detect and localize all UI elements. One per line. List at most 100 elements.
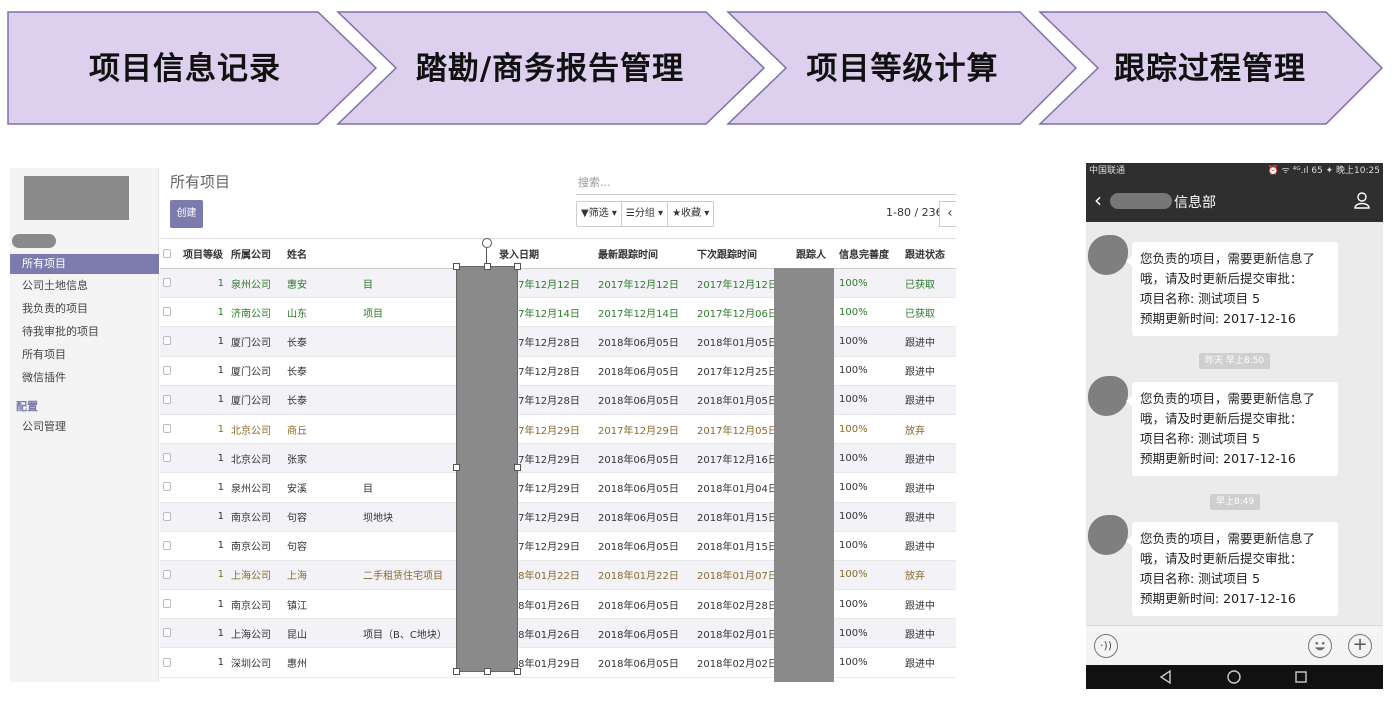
column-header[interactable]: 录入日期 — [496, 238, 595, 269]
checkbox[interactable] — [163, 453, 171, 463]
voice-input-icon[interactable]: ·)) — [1094, 634, 1118, 658]
sender-avatar-redacted[interactable] — [1088, 376, 1128, 416]
cell-status: 放弃 — [902, 414, 956, 445]
cell-grade: 1 — [180, 414, 228, 445]
resize-handle[interactable] — [514, 464, 521, 471]
row-checkbox[interactable] — [160, 443, 180, 474]
resize-handle[interactable] — [453, 464, 460, 471]
column-header[interactable]: 最新跟踪时间 — [595, 238, 694, 269]
checkbox[interactable] — [163, 511, 171, 521]
table-row[interactable]: 1 厦门公司 长泰 2017年12月28日 2018年06月05日 2018年01月05日… — [160, 326, 956, 357]
sidebar-item-company-management[interactable]: 公司管理 — [10, 417, 159, 437]
column-header[interactable]: 项目等级 — [180, 238, 228, 269]
column-header[interactable]: 下次跟踪时间 — [694, 238, 793, 269]
resize-handle[interactable] — [514, 668, 521, 675]
table-row[interactable]: 1 南京公司 句容 2017年12月29日 2018年06月05日 2018年01月15日… — [160, 531, 956, 561]
table-row[interactable]: 1 北京公司 商丘 2017年12月29日 2017年12月29日 2017年12月05日… — [160, 414, 956, 445]
sidebar-item-all-projects-2[interactable]: 所有项目 — [10, 345, 159, 365]
resize-handle[interactable] — [484, 263, 491, 270]
filter-button[interactable]: ▼筛选 ▾ — [577, 202, 622, 226]
row-checkbox[interactable] — [160, 618, 180, 649]
table-row[interactable]: 1 上海公司 昆山 项目（B、C地块） 2018年01月26日 2018年06月05日 20… — [160, 618, 956, 649]
rotate-handle[interactable] — [482, 238, 492, 248]
resize-handle[interactable] — [514, 263, 521, 270]
row-checkbox[interactable] — [160, 589, 180, 620]
cell-status: 放弃 — [902, 560, 956, 591]
group-by-button[interactable]: ☰分组 ▾ — [622, 202, 669, 226]
nav-home-icon[interactable] — [1226, 669, 1242, 685]
cell-company: 南京公司 — [228, 531, 284, 561]
name-start: 惠州 — [287, 659, 307, 671]
resize-handle[interactable] — [453, 668, 460, 675]
nav-recents-icon[interactable] — [1293, 669, 1309, 685]
checkbox[interactable] — [163, 628, 171, 638]
pager-prev-button[interactable]: ‹ — [939, 201, 956, 227]
cell-status: 跟进中 — [902, 647, 956, 678]
sender-avatar-redacted[interactable] — [1088, 515, 1128, 555]
sidebar-item-wechat-plugin[interactable]: 微信插件 — [10, 368, 159, 388]
emoji-icon[interactable] — [1308, 634, 1332, 658]
row-checkbox[interactable] — [160, 502, 180, 532]
user-name-redacted — [12, 234, 56, 248]
column-header[interactable]: 所属公司 — [228, 238, 284, 269]
checkbox[interactable] — [163, 336, 171, 346]
sidebar-item-my-projects[interactable]: 我负责的项目 — [10, 299, 159, 319]
flow-step-label: 踏勘/商务报告管理 — [415, 51, 685, 87]
row-checkbox[interactable] — [160, 356, 180, 386]
checkbox[interactable] — [163, 540, 171, 550]
cell-status: 跟进中 — [902, 326, 956, 357]
row-checkbox[interactable] — [160, 385, 180, 415]
checkbox[interactable] — [163, 278, 171, 288]
checkbox[interactable] — [163, 657, 171, 667]
column-header[interactable]: 信息完善度 — [836, 238, 902, 269]
resize-handle[interactable] — [453, 263, 460, 270]
row-checkbox[interactable] — [160, 414, 180, 445]
contact-info-icon[interactable] — [1353, 191, 1371, 209]
table-row[interactable]: 1 济南公司 山东 项目 2017年12月14日 2017年12月14日 2017年12月0… — [160, 297, 956, 328]
row-checkbox[interactable] — [160, 297, 180, 328]
checkbox[interactable] — [163, 307, 171, 317]
row-checkbox[interactable] — [160, 560, 180, 591]
row-checkbox[interactable] — [160, 326, 180, 357]
row-checkbox[interactable] — [160, 531, 180, 561]
sender-avatar-redacted[interactable] — [1088, 235, 1128, 275]
favorites-button[interactable]: ★收藏 ▾ — [668, 202, 713, 226]
row-checkbox[interactable] — [160, 647, 180, 678]
column-header[interactable]: 跟踪人 — [793, 238, 836, 269]
sidebar-item-land-info[interactable]: 公司土地信息 — [10, 276, 159, 296]
checkbox[interactable] — [163, 569, 171, 579]
resize-handle[interactable] — [484, 668, 491, 675]
checkbox[interactable] — [163, 394, 171, 404]
back-icon[interactable]: ‹ — [1094, 188, 1102, 212]
column-header[interactable]: 跟进状态 — [902, 238, 956, 269]
create-button[interactable]: 创建 — [170, 200, 203, 228]
table-row[interactable]: 1 南京公司 句容 坝地块 2017年12月29日 2018年06月05日 2018年01月… — [160, 502, 956, 532]
select-all-checkbox[interactable] — [160, 238, 180, 269]
checkbox[interactable] — [163, 365, 171, 375]
status-icons: ⏰ ᯤ ⁴ᴳ.ıl 65 ✦ 晚上10:25 — [1267, 166, 1380, 176]
table-row[interactable]: 1 厦门公司 长泰 2017年12月28日 2018年06月05日 2018年01月05日… — [160, 385, 956, 415]
sidebar-item-pending-approval[interactable]: 待我审批的项目 — [10, 322, 159, 342]
search-input[interactable]: 搜索... — [576, 171, 956, 195]
row-checkbox[interactable] — [160, 472, 180, 503]
table-row[interactable]: 1 泉州公司 惠安目 2017年12月12日 2017年12月12日 2017年12月12… — [160, 268, 956, 299]
checkbox[interactable] — [163, 599, 171, 609]
cell-completeness: 100% — [836, 443, 902, 474]
table-row[interactable]: 1 上海公司 上海 二手租赁住宅项目 2018年01月22日 2018年01月22日 201… — [160, 560, 956, 591]
table-row[interactable]: 1 深圳公司 惠州 2018年01月29日 2018年06月05日 2018年02月02日… — [160, 647, 956, 678]
table-row[interactable]: 1 泉州公司 安溪目 2017年12月29日 2018年06月05日 2018年01月04… — [160, 472, 956, 503]
cell-grade: 1 — [180, 647, 228, 678]
checkbox[interactable] — [163, 482, 171, 492]
more-plus-icon[interactable]: + — [1348, 634, 1372, 658]
table-row[interactable]: 1 厦门公司 长泰 2017年12月28日 2018年06月05日 2017年12月25日… — [160, 356, 956, 386]
title-redaction — [1110, 193, 1172, 209]
table-row[interactable]: 1 北京公司 张家 2017年12月29日 2018年06月05日 2017年12月16日… — [160, 443, 956, 474]
table-header-row: 项目等级 所属公司 姓名 录入日期 最新跟踪时间 下次跟踪时间 跟踪人 信息完善… — [160, 238, 956, 269]
sidebar-item-all-projects[interactable]: 所有项目 — [10, 254, 159, 274]
checkbox[interactable] — [163, 424, 171, 434]
row-checkbox[interactable] — [160, 268, 180, 299]
cell-completeness: 100% — [836, 297, 902, 328]
nav-back-icon[interactable] — [1158, 669, 1174, 685]
column-header[interactable]: 姓名 — [284, 238, 496, 269]
table-row[interactable]: 1 南京公司 镇江 2018年01月26日 2018年06月05日 2018年02月28日… — [160, 589, 956, 620]
